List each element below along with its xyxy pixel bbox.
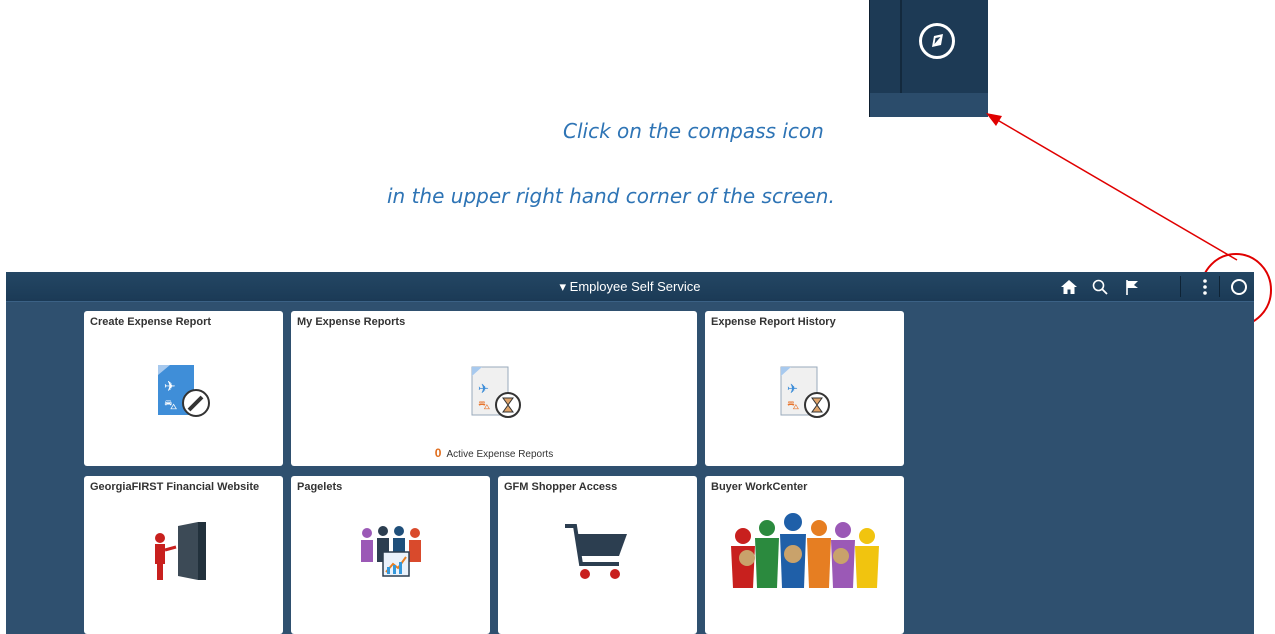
search-icon[interactable] <box>1091 278 1109 296</box>
expense-report-hourglass-icon: ✈ ⛍ <box>468 363 528 430</box>
tile-georgiafirst-financial-website[interactable]: GeorgiaFIRST Financial Website <box>84 476 283 634</box>
instruction-line-1: Click on the compass icon <box>563 119 824 143</box>
svg-text:⛍: ⛍ <box>164 398 177 413</box>
compass-icon <box>919 23 955 59</box>
app-window: ▾ Employee Self Service Create Expense R… <box>6 272 1254 634</box>
tile-gfm-shopper-access[interactable]: GFM Shopper Access <box>498 476 697 634</box>
home-icon[interactable] <box>1060 278 1078 296</box>
tile-title: Expense Report History <box>711 316 836 328</box>
count-value: 0 <box>434 446 442 460</box>
door-person-icon <box>150 520 212 587</box>
tile-create-expense-report[interactable]: Create Expense Report ✈ ⛍ <box>84 311 283 466</box>
tile-title: My Expense Reports <box>297 316 406 328</box>
tile-title: Create Expense Report <box>90 316 212 328</box>
tile-title: GFM Shopper Access <box>504 481 618 493</box>
svg-text:✈: ✈ <box>478 382 489 397</box>
tile-pagelets[interactable]: Pagelets <box>291 476 490 634</box>
svg-text:⛍: ⛍ <box>478 398 490 412</box>
navbar-compass-icon[interactable] <box>1230 278 1248 296</box>
action-menu-icon[interactable] <box>1196 278 1214 296</box>
flag-icon[interactable] <box>1123 278 1141 296</box>
buyers-people-icon <box>721 510 891 595</box>
svg-text:⛍: ⛍ <box>787 398 799 412</box>
active-count: 0 Active Expense Reports <box>291 446 697 460</box>
tile-expense-report-history[interactable]: Expense Report History ✈ ⛍ <box>705 311 904 466</box>
expense-report-hourglass-icon: ✈ ⛍ <box>777 363 837 430</box>
expense-report-edit-icon: ✈ ⛍ <box>156 361 216 428</box>
compass-zoom-callout <box>869 0 988 117</box>
svg-text:✈: ✈ <box>787 382 798 397</box>
navigation-header: ▾ Employee Self Service <box>6 272 1254 302</box>
tile-title: Pagelets <box>297 481 343 493</box>
tile-title: GeorgiaFIRST Financial Website <box>90 481 260 493</box>
count-label: Active Expense Reports <box>446 449 554 460</box>
tile-title: Buyer WorkCenter <box>711 481 808 493</box>
tile-buyer-workcenter[interactable]: Buyer WorkCenter <box>705 476 904 634</box>
shopping-cart-icon <box>563 520 631 587</box>
people-chart-icon <box>357 524 427 585</box>
tile-my-expense-reports[interactable]: My Expense Reports ✈ ⛍ 0 Active Expense … <box>291 311 697 466</box>
instruction-line-2: in the upper right hand corner of the sc… <box>387 184 835 208</box>
svg-text:✈: ✈ <box>164 379 176 395</box>
